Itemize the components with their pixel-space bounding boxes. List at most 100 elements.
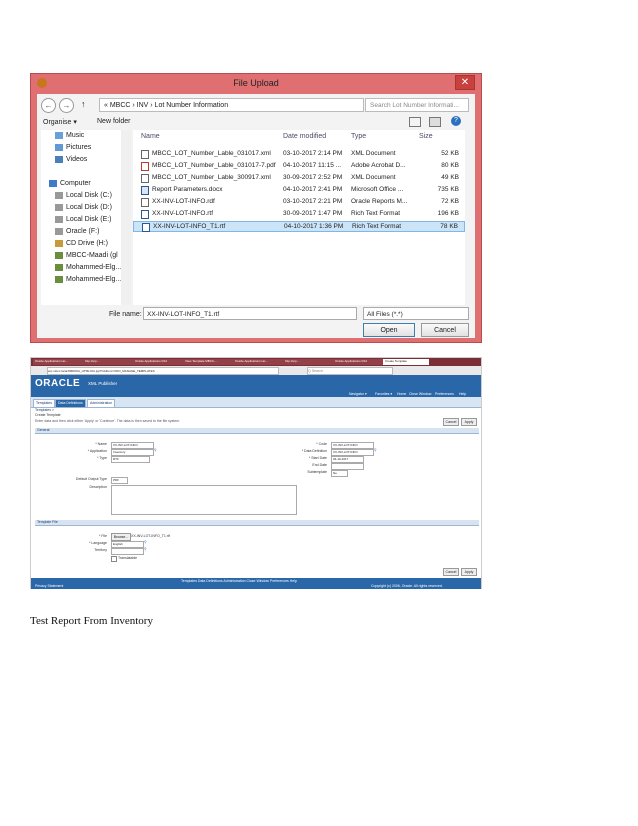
tab-templates[interactable]: Templates: [33, 399, 55, 408]
browser-tab[interactable]: Oracle Applications Ho...: [33, 359, 83, 365]
browser-tab[interactable]: Oracle Applications R12: [333, 359, 383, 365]
preferences-link[interactable]: Preferences: [435, 392, 454, 396]
tab-data-definitions[interactable]: Data Definitions: [55, 399, 86, 408]
oracle-header: ORACLE XML Publisher Navigator ▾ Favorit…: [31, 375, 481, 397]
tree-item-network-drive[interactable]: MBCC-Maadi (gl: [55, 252, 118, 259]
up-button[interactable]: ↑: [81, 99, 86, 109]
tree-item-local-disk-d[interactable]: Local Disk (D:): [55, 204, 112, 211]
start-date-input[interactable]: 04-10-2017: [331, 456, 364, 463]
cancel-button[interactable]: Cancel: [421, 323, 469, 337]
search-icon[interactable]: ⚲: [374, 448, 377, 452]
file-list: Name Date modified Type Size MBCC_LOT_Nu…: [133, 130, 465, 305]
application-input[interactable]: Inventory: [111, 449, 154, 456]
column-header-name[interactable]: Name: [141, 133, 160, 140]
tree-scrollbar[interactable]: [121, 130, 131, 305]
help-icon[interactable]: ?: [451, 116, 461, 126]
file-type-select[interactable]: All Files (*.*): [363, 307, 469, 320]
forward-button[interactable]: →: [59, 98, 74, 113]
privacy-link[interactable]: Privacy Statement: [35, 584, 63, 588]
file-name-input[interactable]: XX-INV-LOT-INFO_T1.rtf: [143, 307, 357, 320]
tree-item-computer[interactable]: Computer: [49, 180, 91, 187]
close-window-link[interactable]: Close Window: [409, 392, 431, 396]
organise-menu[interactable]: Organise ▾: [43, 118, 77, 126]
apply-button-bottom[interactable]: Apply: [461, 568, 477, 576]
translatable-checkbox[interactable]: [111, 556, 117, 562]
browser-search-input[interactable]: Q Search: [307, 367, 393, 375]
browser-tab[interactable]: http://erp...: [83, 359, 133, 365]
file-name-label: File name:: [109, 311, 142, 318]
file-row-selected[interactable]: XX-INV-LOT-INFO_T1.rtf 04-10-2017 1:36 P…: [133, 221, 465, 232]
language-select[interactable]: English: [111, 541, 144, 548]
footer-links[interactable]: Templates Data Definitions Administratio…: [181, 579, 297, 583]
file-row[interactable]: MBCC_LOT_Number_Lable_031017-7.pdf 04-10…: [133, 161, 465, 172]
help-link[interactable]: Help: [459, 392, 466, 396]
tree-item-cd-drive[interactable]: CD Drive (H:): [55, 240, 108, 247]
tree-item-local-disk-c[interactable]: Local Disk (C:): [55, 192, 112, 199]
navigator-menu[interactable]: Navigator ▾: [349, 392, 367, 396]
browse-button[interactable]: Browse...: [111, 533, 131, 541]
browser-tab-bar: Oracle Applications Ho... http://erp... …: [31, 358, 481, 366]
territory-input[interactable]: [111, 548, 144, 555]
view-options-icon[interactable]: [409, 117, 421, 127]
apply-button-top[interactable]: Apply: [461, 418, 477, 426]
file-row[interactable]: MBCC_LOT_Number_Lable_300917.xml 30-09-2…: [133, 173, 465, 184]
tree-item-oracle-f[interactable]: Oracle (F:): [55, 228, 99, 235]
open-button[interactable]: Open: [363, 323, 415, 337]
search-icon[interactable]: ⚲: [154, 448, 157, 452]
url-bar[interactable]: erp.mbcc.local:8000/OA_HTML/OA.jsp?OAFun…: [47, 367, 279, 375]
data-definition-label: * Data Definition: [301, 449, 327, 453]
name-input[interactable]: XX-INV-LOT-INFO: [111, 442, 154, 449]
search-icon[interactable]: ⚲: [144, 540, 147, 544]
address-bar[interactable]: « MBCC › INV › Lot Number Information: [99, 98, 364, 112]
file-row[interactable]: MBCC_LOT_Number_Lable_031017.xml 03-10-2…: [133, 149, 465, 160]
new-folder-button[interactable]: New folder: [97, 118, 130, 125]
browser-tab[interactable]: View Template MBCC-...: [183, 359, 233, 365]
page-title: Create Template: [35, 413, 61, 417]
xml-file-icon: [141, 150, 149, 159]
subtemplate-select[interactable]: No: [331, 470, 348, 477]
file-row[interactable]: Report Parameters.docx 04-10-2017 2:41 P…: [133, 185, 465, 196]
tree-item-videos[interactable]: Videos: [55, 156, 87, 163]
column-header-size[interactable]: Size: [419, 133, 433, 140]
default-output-type-select[interactable]: PDF: [111, 477, 128, 484]
browser-tab[interactable]: Oracle Applications R12: [133, 359, 183, 365]
home-link[interactable]: Home: [397, 392, 406, 396]
type-label: * Type: [97, 456, 107, 460]
search-input[interactable]: Search Lot Number Informati...: [365, 98, 469, 112]
oracle-footer: Templates Data Definitions Administratio…: [31, 578, 481, 589]
back-button[interactable]: ←: [41, 98, 56, 113]
tree-item-pictures[interactable]: Pictures: [55, 144, 91, 151]
file-row[interactable]: XX-INV-LOT-INFO.rdf 03-10-2017 2:21 PM O…: [133, 197, 465, 208]
file-row[interactable]: XX-INV-LOT-INFO.rtf 30-09-2017 1:47 PM R…: [133, 209, 465, 220]
browser-tab-active[interactable]: Create Template: [383, 359, 429, 365]
close-button[interactable]: ✕: [455, 75, 475, 90]
type-select[interactable]: RTF: [111, 456, 150, 463]
code-label: * Code: [316, 442, 327, 446]
preview-pane-icon[interactable]: [429, 117, 441, 127]
computer-icon: [49, 180, 57, 187]
column-header-date[interactable]: Date modified: [283, 133, 326, 140]
browser-tab[interactable]: Oracle Applications Ho...: [233, 359, 283, 365]
code-input[interactable]: XX-INV-LOT-INFO: [331, 442, 374, 449]
network-drive-icon: [55, 252, 63, 259]
tree-item-music[interactable]: Music: [55, 132, 84, 139]
drive-icon: [55, 204, 63, 211]
favorites-menu[interactable]: Favorites ▾: [375, 392, 392, 396]
data-definition-input[interactable]: XX-INV-LOT-INFO: [331, 449, 374, 456]
tree-item-network-drive[interactable]: Mohammed-Elg...: [55, 276, 121, 283]
dialog-body: ← → ↑ « MBCC › INV › Lot Number Informat…: [37, 94, 475, 338]
language-label: * Language: [89, 541, 107, 545]
column-header-type[interactable]: Type: [351, 133, 366, 140]
search-icon[interactable]: ⚲: [144, 547, 147, 551]
word-file-icon: [141, 186, 149, 195]
tab-administration[interactable]: Administration: [87, 399, 116, 408]
cancel-button-top[interactable]: Cancel: [443, 418, 459, 426]
browser-tab[interactable]: http://erp...: [283, 359, 333, 365]
tree-item-network-drive[interactable]: Mohammed-Elg...: [55, 264, 121, 271]
breadcrumb[interactable]: Templates >: [35, 408, 54, 412]
description-textarea[interactable]: [111, 485, 297, 515]
template-file-section-header: Template File: [35, 520, 479, 526]
cancel-button-bottom[interactable]: Cancel: [443, 568, 459, 576]
end-date-input[interactable]: [331, 463, 364, 470]
tree-item-local-disk-e[interactable]: Local Disk (E:): [55, 216, 112, 223]
